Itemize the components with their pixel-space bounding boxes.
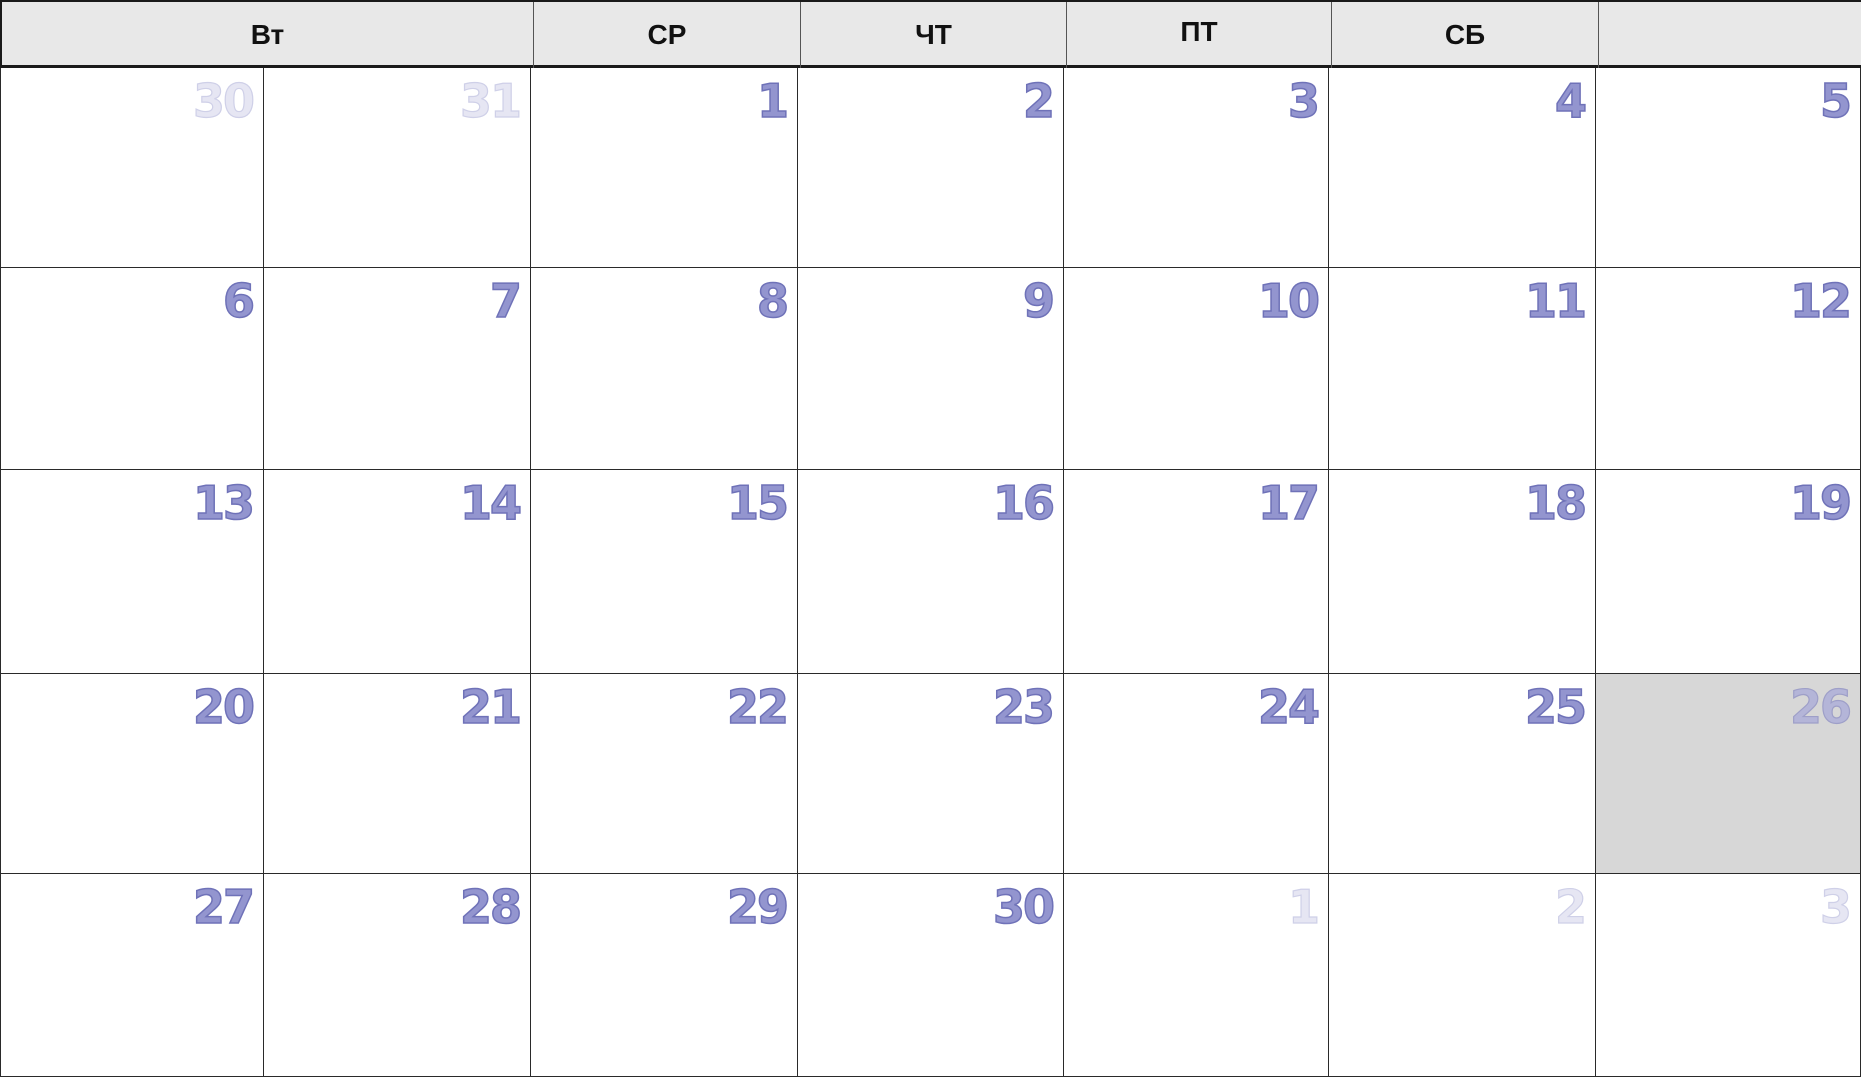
day-cell[interactable]: 31 <box>264 68 531 268</box>
day-cell[interactable]: 2 <box>1329 874 1596 1077</box>
day-number: 11 <box>1524 273 1588 329</box>
weekday-header-2: СР <box>534 2 800 68</box>
day-number: 26 <box>1789 679 1852 734</box>
day-number: 24 <box>1257 679 1321 735</box>
day-cell[interactable]: 4 <box>1329 68 1596 268</box>
day-number: 13 <box>192 475 256 531</box>
day-cell[interactable]: 27 <box>0 874 264 1077</box>
day-number: 9 <box>1022 273 1056 329</box>
weekday-label: Вт <box>250 19 285 50</box>
day-cell[interactable]: 15 <box>531 470 798 674</box>
weekday-header-4: ПТ <box>1067 0 1331 65</box>
day-cell[interactable]: 10 <box>1064 268 1329 470</box>
day-number: 3 <box>1287 73 1321 129</box>
day-number: 30 <box>192 73 255 128</box>
day-number: 31 <box>459 73 522 128</box>
day-number: 29 <box>726 879 790 935</box>
day-cell[interactable]: 30 <box>0 68 264 268</box>
day-number: 23 <box>992 679 1056 735</box>
day-cell[interactable]: 24 <box>1064 674 1329 874</box>
day-cell[interactable]: 3 <box>1596 874 1861 1077</box>
weekday-header-1: Вт <box>2 2 533 68</box>
day-cell[interactable]: 2 <box>798 68 1064 268</box>
weekday-header-6 <box>1599 2 1861 68</box>
day-cell[interactable]: 29 <box>531 874 798 1077</box>
day-cell[interactable]: 16 <box>798 470 1064 674</box>
weekday-label: СР <box>647 19 687 50</box>
weekday-label: ПТ <box>1180 16 1218 47</box>
day-cell[interactable]: 22 <box>531 674 798 874</box>
day-cell-today[interactable]: 26 <box>1596 674 1861 874</box>
day-cell[interactable]: 11 <box>1329 268 1596 470</box>
day-cell[interactable]: 17 <box>1064 470 1329 674</box>
day-number: 1 <box>1287 879 1320 934</box>
day-cell[interactable]: 25 <box>1329 674 1596 874</box>
day-number: 1 <box>756 73 790 129</box>
day-number: 20 <box>192 679 256 735</box>
day-cell[interactable]: 8 <box>531 268 798 470</box>
day-cell[interactable]: 19 <box>1596 470 1861 674</box>
month-calendar: Вт СР ЧТ ПТ СБ 30 31 1 2 3 4 5 6 7 8 9 10 11 12 13 14 15… <box>0 0 1861 1077</box>
day-cell[interactable]: 28 <box>264 874 531 1077</box>
day-number: 6 <box>222 273 256 329</box>
day-number: 5 <box>1819 73 1853 129</box>
day-cell[interactable]: 18 <box>1329 470 1596 674</box>
day-cell[interactable]: 1 <box>1064 874 1329 1077</box>
day-cell[interactable]: 20 <box>0 674 264 874</box>
day-number: 17 <box>1257 475 1321 531</box>
day-number: 15 <box>726 475 790 531</box>
day-cell[interactable]: 21 <box>264 674 531 874</box>
day-number: 3 <box>1819 879 1852 934</box>
day-cell[interactable]: 30 <box>798 874 1064 1077</box>
day-grid: 30 31 1 2 3 4 5 6 7 8 9 10 11 12 13 14 15 16 17 18 19 20 21 22 2… <box>0 68 1861 1077</box>
day-number: 22 <box>726 679 790 735</box>
day-number: 27 <box>192 879 256 935</box>
day-number: 10 <box>1257 273 1321 329</box>
day-number: 16 <box>992 475 1056 531</box>
day-number: 28 <box>459 879 523 935</box>
day-number: 4 <box>1554 73 1588 129</box>
day-cell[interactable]: 9 <box>798 268 1064 470</box>
weekday-label: СБ <box>1444 19 1486 50</box>
day-number: 12 <box>1789 273 1853 329</box>
weekday-header-3: ЧТ <box>801 2 1066 68</box>
day-number: 7 <box>489 273 523 329</box>
day-number: 2 <box>1022 73 1056 129</box>
day-number: 30 <box>992 879 1056 935</box>
day-cell[interactable]: 13 <box>0 470 264 674</box>
day-cell[interactable]: 14 <box>264 470 531 674</box>
weekday-header-row: Вт СР ЧТ ПТ СБ <box>0 0 1861 68</box>
day-cell[interactable]: 23 <box>798 674 1064 874</box>
day-number: 19 <box>1789 475 1853 531</box>
day-cell[interactable]: 6 <box>0 268 264 470</box>
day-cell[interactable]: 1 <box>531 68 798 268</box>
weekday-label: ЧТ <box>915 19 952 50</box>
day-number: 18 <box>1524 475 1588 531</box>
weekday-header-5: СБ <box>1332 2 1598 68</box>
day-number: 2 <box>1554 879 1587 934</box>
day-cell[interactable]: 12 <box>1596 268 1861 470</box>
day-number: 14 <box>459 475 523 531</box>
day-number: 25 <box>1524 679 1588 735</box>
day-cell[interactable]: 7 <box>264 268 531 470</box>
day-cell[interactable]: 5 <box>1596 68 1861 268</box>
day-number: 8 <box>756 273 790 329</box>
day-number: 21 <box>459 679 523 735</box>
day-cell[interactable]: 3 <box>1064 68 1329 268</box>
